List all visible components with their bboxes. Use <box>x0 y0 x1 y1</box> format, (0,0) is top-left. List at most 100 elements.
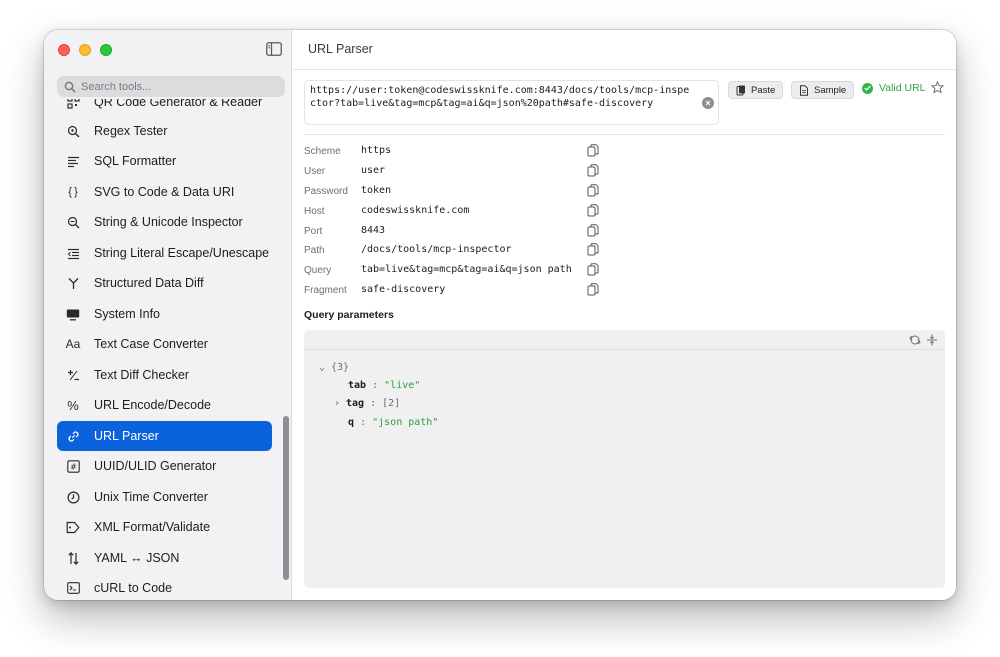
sidebar: QR Code Generator & Reader Regex Tester … <box>44 30 292 600</box>
sidebar-item-unix-time[interactable]: Unix Time Converter <box>57 482 272 512</box>
field-label-path: Path <box>304 245 325 256</box>
sidebar-item-label: Structured Data Diff <box>94 276 204 290</box>
sidebar-item-url-parser[interactable]: URL Parser <box>57 421 272 451</box>
document-icon <box>800 84 808 96</box>
divider <box>304 134 945 135</box>
copy-icon[interactable] <box>587 224 599 237</box>
json-separator: : <box>372 380 379 391</box>
field-label-fragment: Fragment <box>304 285 347 296</box>
collapse-all-icon[interactable] <box>909 334 921 346</box>
main-panel: URL Parser https://user:token@codeswissk… <box>293 30 956 600</box>
json-key: q <box>348 417 355 428</box>
json-value: "json path" <box>372 417 439 428</box>
branch-icon <box>66 276 80 290</box>
sidebar-item-label: Unix Time Converter <box>94 490 208 504</box>
lines-icon <box>66 154 80 168</box>
copy-icon[interactable] <box>587 184 599 197</box>
json-entry-tab: tab : "live" <box>348 380 420 391</box>
copy-icon[interactable] <box>587 204 599 217</box>
sample-button[interactable]: Sample <box>791 81 855 99</box>
sidebar-toggle-icon[interactable] <box>266 42 282 56</box>
field-label-user: User <box>304 166 326 177</box>
field-value-scheme: https <box>361 145 392 156</box>
field-value-password: token <box>361 185 392 196</box>
sidebar-item-label: URL Parser <box>94 429 159 443</box>
percent-icon: % <box>67 397 79 413</box>
json-key: tab <box>348 380 367 391</box>
sidebar-item-label: SQL Formatter <box>94 154 177 168</box>
sidebar-item-uuid-generator[interactable]: # UUID/ULID Generator <box>57 451 272 481</box>
clock-icon <box>66 490 80 504</box>
sidebar-item-label: URL Encode/Decode <box>94 398 211 412</box>
search-field[interactable] <box>57 76 285 97</box>
json-entry-q: q : "json path" <box>348 417 438 428</box>
sidebar-scrollbar-thumb[interactable] <box>283 416 289 580</box>
sample-button-label: Sample <box>814 84 847 96</box>
query-params-title: Query parameters <box>304 309 394 321</box>
sidebar-item-yaml-json[interactable]: YAML ↔ JSON <box>57 543 272 573</box>
window-controls <box>58 44 112 56</box>
sidebar-item-label: System Info <box>94 307 160 321</box>
chevron-down-icon[interactable]: ⌄ <box>319 362 331 373</box>
paste-button[interactable]: Paste <box>728 81 784 99</box>
url-status: Valid URL <box>862 82 926 94</box>
field-value-query: tab=live&tag=mcp&tag=ai&q=json path <box>361 264 572 275</box>
search-icon <box>64 81 76 93</box>
braces-icon: { } <box>68 186 78 198</box>
field-value-user: user <box>361 165 386 176</box>
field-label-port: Port <box>304 226 323 237</box>
field-label-password: Password <box>304 186 348 197</box>
terminal-icon <box>66 581 80 595</box>
sidebar-item-string-unicode[interactable]: String & Unicode Inspector <box>57 207 272 237</box>
text-case-icon: Aa <box>65 337 81 351</box>
sidebar-item-regex-tester[interactable]: Regex Tester <box>57 116 272 146</box>
field-value-path: /docs/tools/mcp-inspector <box>361 244 512 255</box>
sidebar-item-text-case[interactable]: Aa Text Case Converter <box>57 329 272 359</box>
field-label-scheme: Scheme <box>304 146 341 157</box>
minimize-window-button[interactable] <box>79 44 91 56</box>
sidebar-item-label: Text Diff Checker <box>94 368 189 382</box>
status-label: Valid URL <box>879 82 926 94</box>
sidebar-item-structured-diff[interactable]: Structured Data Diff <box>57 268 272 298</box>
clear-input-button[interactable] <box>702 97 714 109</box>
clear-icon <box>705 100 711 106</box>
copy-icon[interactable] <box>587 263 599 276</box>
copy-icon[interactable] <box>587 243 599 256</box>
paste-button-label: Paste <box>751 84 776 96</box>
star-icon[interactable] <box>931 81 944 94</box>
sidebar-item-url-encode[interactable]: % URL Encode/Decode <box>57 390 272 420</box>
zoom-window-button[interactable] <box>100 44 112 56</box>
sidebar-item-curl-to-code[interactable]: cURL to Code <box>57 573 272 600</box>
swap-icon <box>66 551 80 565</box>
sidebar-item-qr-code[interactable]: QR Code Generator & Reader <box>57 99 272 117</box>
page-title: URL Parser <box>308 42 373 56</box>
json-root-node[interactable]: ⌄ {3} <box>319 362 349 373</box>
field-value-fragment: safe-discovery <box>361 284 446 295</box>
sidebar-item-label: String & Unicode Inspector <box>94 215 243 229</box>
expand-all-icon[interactable] <box>926 334 938 346</box>
copy-icon[interactable] <box>587 164 599 177</box>
copy-icon[interactable] <box>587 283 599 296</box>
sidebar-item-label: Regex Tester <box>94 124 168 138</box>
escape-icon <box>66 246 80 260</box>
url-input[interactable]: https://user:token@codeswissknife.com:84… <box>304 80 719 125</box>
json-array-count: [2] <box>382 398 401 409</box>
display-icon <box>66 307 80 321</box>
field-value-host: codeswissknife.com <box>361 205 470 216</box>
link-icon <box>66 429 80 443</box>
json-separator: : <box>360 417 367 428</box>
search-input[interactable] <box>81 80 271 93</box>
close-window-button[interactable] <box>58 44 70 56</box>
chevron-right-icon[interactable]: › <box>334 398 346 409</box>
sidebar-item-system-info[interactable]: System Info <box>57 299 272 329</box>
sidebar-item-sql-formatter[interactable]: SQL Formatter <box>57 146 272 176</box>
sidebar-item-string-escape[interactable]: String Literal Escape/Unescape <box>57 238 272 268</box>
sidebar-item-text-diff[interactable]: Text Diff Checker <box>57 360 272 390</box>
field-value-port: 8443 <box>361 225 386 236</box>
copy-icon[interactable] <box>587 144 599 157</box>
json-value: "live" <box>384 380 421 391</box>
sidebar-item-svg-to-code[interactable]: { } SVG to Code & Data URI <box>57 177 272 207</box>
sidebar-item-label: String Literal Escape/Unescape <box>94 246 270 260</box>
json-entry-tag[interactable]: › tag : [2] <box>334 398 400 409</box>
sidebar-item-xml-format[interactable]: XML Format/Validate <box>57 512 272 542</box>
